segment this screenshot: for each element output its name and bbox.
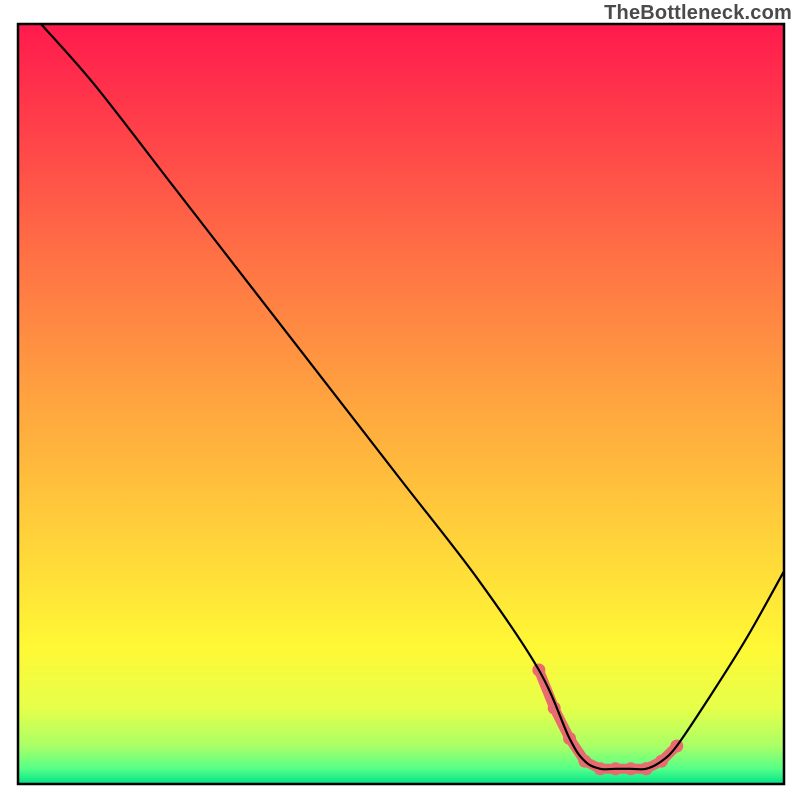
- gradient-background: [18, 24, 784, 784]
- watermark-text: TheBottleneck.com: [604, 2, 792, 25]
- bottleneck-chart: [0, 0, 800, 800]
- chart-container: TheBottleneck.com: [0, 0, 800, 800]
